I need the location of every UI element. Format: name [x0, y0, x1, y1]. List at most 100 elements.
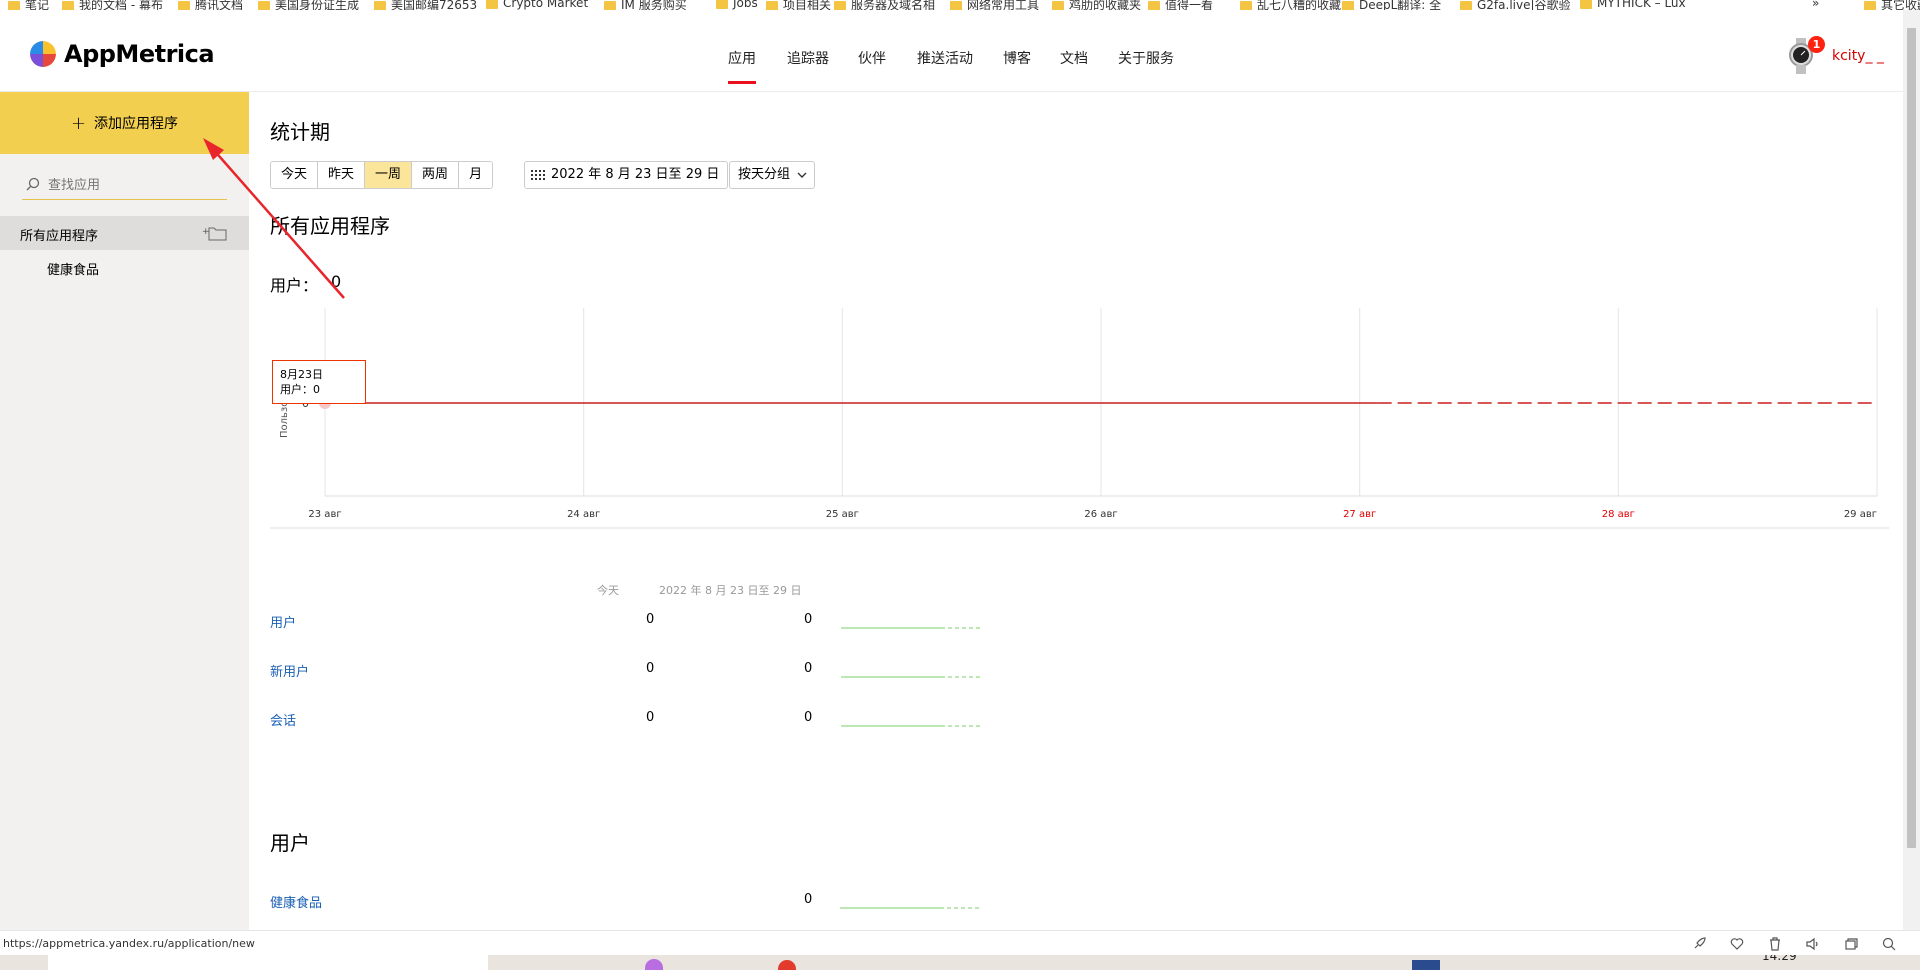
bookmark-label: 网络常用工具	[967, 0, 1040, 10]
metric-row: 新用户 0 0	[270, 661, 1200, 691]
metric-period: 0	[804, 710, 813, 725]
nav-item[interactable]: 伙伴	[858, 48, 886, 68]
app-header: AppMetrica 应用 追踪器 伙伴 推送活动 博客 文档 关于服务 1 kcity_ …	[0, 10, 1903, 92]
folder-icon	[1460, 0, 1472, 10]
username[interactable]: kcity_ _	[1832, 48, 1884, 64]
date-range-button[interactable]: 2022 年 8 月 23 日至 29 日	[524, 161, 729, 189]
taskbar-clock: 14:29	[1762, 955, 1797, 963]
appmetrica-logo-icon	[30, 41, 56, 67]
metric-period: 0	[804, 612, 813, 627]
zoom-icon[interactable]	[1882, 937, 1896, 951]
bookmark-item[interactable]: MYTHICK – Lux	[1580, 0, 1686, 10]
tooltip-value: 用户：0	[280, 383, 320, 396]
metric-name[interactable]: 用户	[270, 612, 296, 631]
nav-item[interactable]: 追踪器	[787, 48, 829, 68]
all-apps-item[interactable]: 所有应用程序 +	[0, 216, 249, 250]
page-scrollbar[interactable]	[1903, 10, 1920, 930]
add-app-label: 添加应用程序	[94, 116, 179, 132]
taskbar-search-box[interactable]	[48, 955, 488, 970]
bookmark-item[interactable]: DeepL翻译: 全	[1342, 0, 1441, 10]
bookmark-item[interactable]: Jobs	[716, 0, 758, 10]
group-by-dropdown[interactable]: 按天分组	[729, 161, 816, 189]
search-input[interactable]	[48, 178, 218, 193]
metric-name[interactable]: 会话	[270, 710, 296, 729]
bookmark-item[interactable]: 美国邮编72653	[374, 0, 477, 10]
bookmark-item[interactable]: 腾讯文档	[178, 0, 243, 10]
bookmark-item[interactable]: 其它收藏	[1864, 0, 1920, 10]
taskbar-app-icon[interactable]	[1412, 960, 1440, 970]
bookmark-label: 我的文档 - 幕布	[79, 0, 163, 10]
nav-item[interactable]: 博客	[1003, 48, 1031, 68]
bookmark-item[interactable]: 值得一看	[1148, 0, 1213, 10]
users-total-value: 0	[331, 272, 342, 291]
bookmark-label: 值得一看	[1165, 0, 1214, 10]
speaker-icon[interactable]	[1806, 937, 1820, 951]
taskbar-app-icon[interactable]	[645, 959, 663, 970]
metric-sparkline	[841, 725, 981, 727]
sidebar: + 添加应用程序 所有应用程序 + 健康食品	[0, 92, 249, 930]
os-taskbar: 14:29	[0, 955, 1920, 970]
bookmark-item[interactable]: IM 服务购买	[604, 0, 687, 10]
metric-name[interactable]: 新用户	[270, 661, 309, 680]
bookmark-item[interactable]: 鸡肋的收藏夹	[1052, 0, 1141, 10]
nav-item[interactable]: 文档	[1060, 48, 1088, 68]
plus-icon: +	[70, 112, 87, 134]
bookmark-item[interactable]: 美国身份证生成	[258, 0, 359, 10]
chevron-down-icon	[797, 172, 807, 178]
group-by-label: 按天分组	[738, 167, 791, 182]
heart-icon[interactable]	[1730, 937, 1744, 951]
period-button[interactable]: 两周	[412, 162, 460, 188]
scrollbar-thumb[interactable]	[1907, 28, 1916, 848]
bookmark-item[interactable]: 网络常用工具	[950, 0, 1039, 10]
taskbar-app-icon[interactable]	[778, 960, 796, 970]
rocket-icon[interactable]	[1692, 937, 1706, 951]
appmetrica-logo[interactable]: AppMetrica	[30, 40, 215, 68]
metric-sparkline	[841, 676, 981, 678]
bookmark-label: G2fa.live|谷歌验	[1477, 0, 1571, 10]
users-chart[interactable]: 0Пользова23 авг24 авг25 авг26 авг27 авг2…	[249, 298, 1899, 568]
trash-icon[interactable]	[1768, 937, 1782, 951]
bookmark-item[interactable]: 乱七八糟的收藏	[1240, 0, 1341, 10]
bookmark-label: 服务器及域名相	[851, 0, 936, 10]
folder-icon	[1052, 0, 1064, 10]
nav-item[interactable]: 推送活动	[917, 48, 973, 68]
brand-name: AppMetrica	[64, 40, 215, 68]
bookmark-label: 笔记	[25, 0, 50, 10]
folder-icon	[950, 0, 962, 10]
period-selector: 今天 昨天 一周 两周月	[270, 161, 494, 189]
bookmark-item[interactable]: G2fa.live|谷歌验	[1460, 0, 1571, 10]
folder-icon	[834, 0, 846, 10]
add-folder-icon[interactable]: +	[202, 224, 228, 242]
period-button[interactable]: 月	[459, 162, 493, 188]
folder-icon	[1580, 0, 1592, 9]
main-content: 统计期 今天 昨天 一周 两周月 2022 年 8 月 23 日至 29 日 按天分组…	[249, 92, 1903, 930]
bookmark-label: IM 服务购买	[621, 0, 687, 10]
col-head-period: 2022 年 8 月 23 日至 29 日	[659, 584, 802, 597]
folder-icon	[716, 0, 728, 9]
bookmark-item[interactable]: 项目相关	[766, 0, 831, 10]
bookmark-item[interactable]: »	[1812, 0, 1819, 10]
bookmark-item[interactable]: Crypto Market	[486, 0, 588, 10]
bookmarks-bar: 笔记 我的文档 - 幕布 腾讯文档 美国身份证生成 美国邮编72653 Crypto Ma…	[0, 0, 1920, 10]
x-tick-label: 28 авг	[1602, 509, 1635, 520]
all-apps-label: 所有应用程序	[20, 229, 99, 244]
period-button[interactable]: 昨天	[318, 162, 366, 188]
users-section-title: 用户	[270, 831, 310, 855]
folder-icon	[62, 0, 74, 10]
bookmark-item[interactable]: 我的文档 - 幕布	[62, 0, 163, 10]
period-button[interactable]: 一周	[365, 162, 413, 188]
sidebar-app-item[interactable]: 健康食品	[47, 259, 99, 278]
window-icon[interactable]	[1844, 937, 1858, 951]
date-range-label: 2022 年 8 月 23 日至 29 日	[551, 167, 720, 182]
app-row-name[interactable]: 健康食品	[270, 892, 322, 911]
bookmark-item[interactable]: 笔记	[8, 0, 49, 10]
nav-item[interactable]: 应用	[728, 48, 756, 84]
x-tick-label: 23 авг	[308, 509, 341, 520]
nav-item[interactable]: 关于服务	[1118, 48, 1174, 68]
metric-today: 0	[646, 661, 655, 676]
period-button[interactable]: 今天	[271, 162, 319, 188]
add-app-button[interactable]: + 添加应用程序	[0, 92, 249, 154]
bookmark-item[interactable]: 服务器及域名相	[834, 0, 935, 10]
notification-badge[interactable]: 1	[1808, 36, 1825, 53]
x-tick-label: 29 авг	[1844, 509, 1877, 520]
